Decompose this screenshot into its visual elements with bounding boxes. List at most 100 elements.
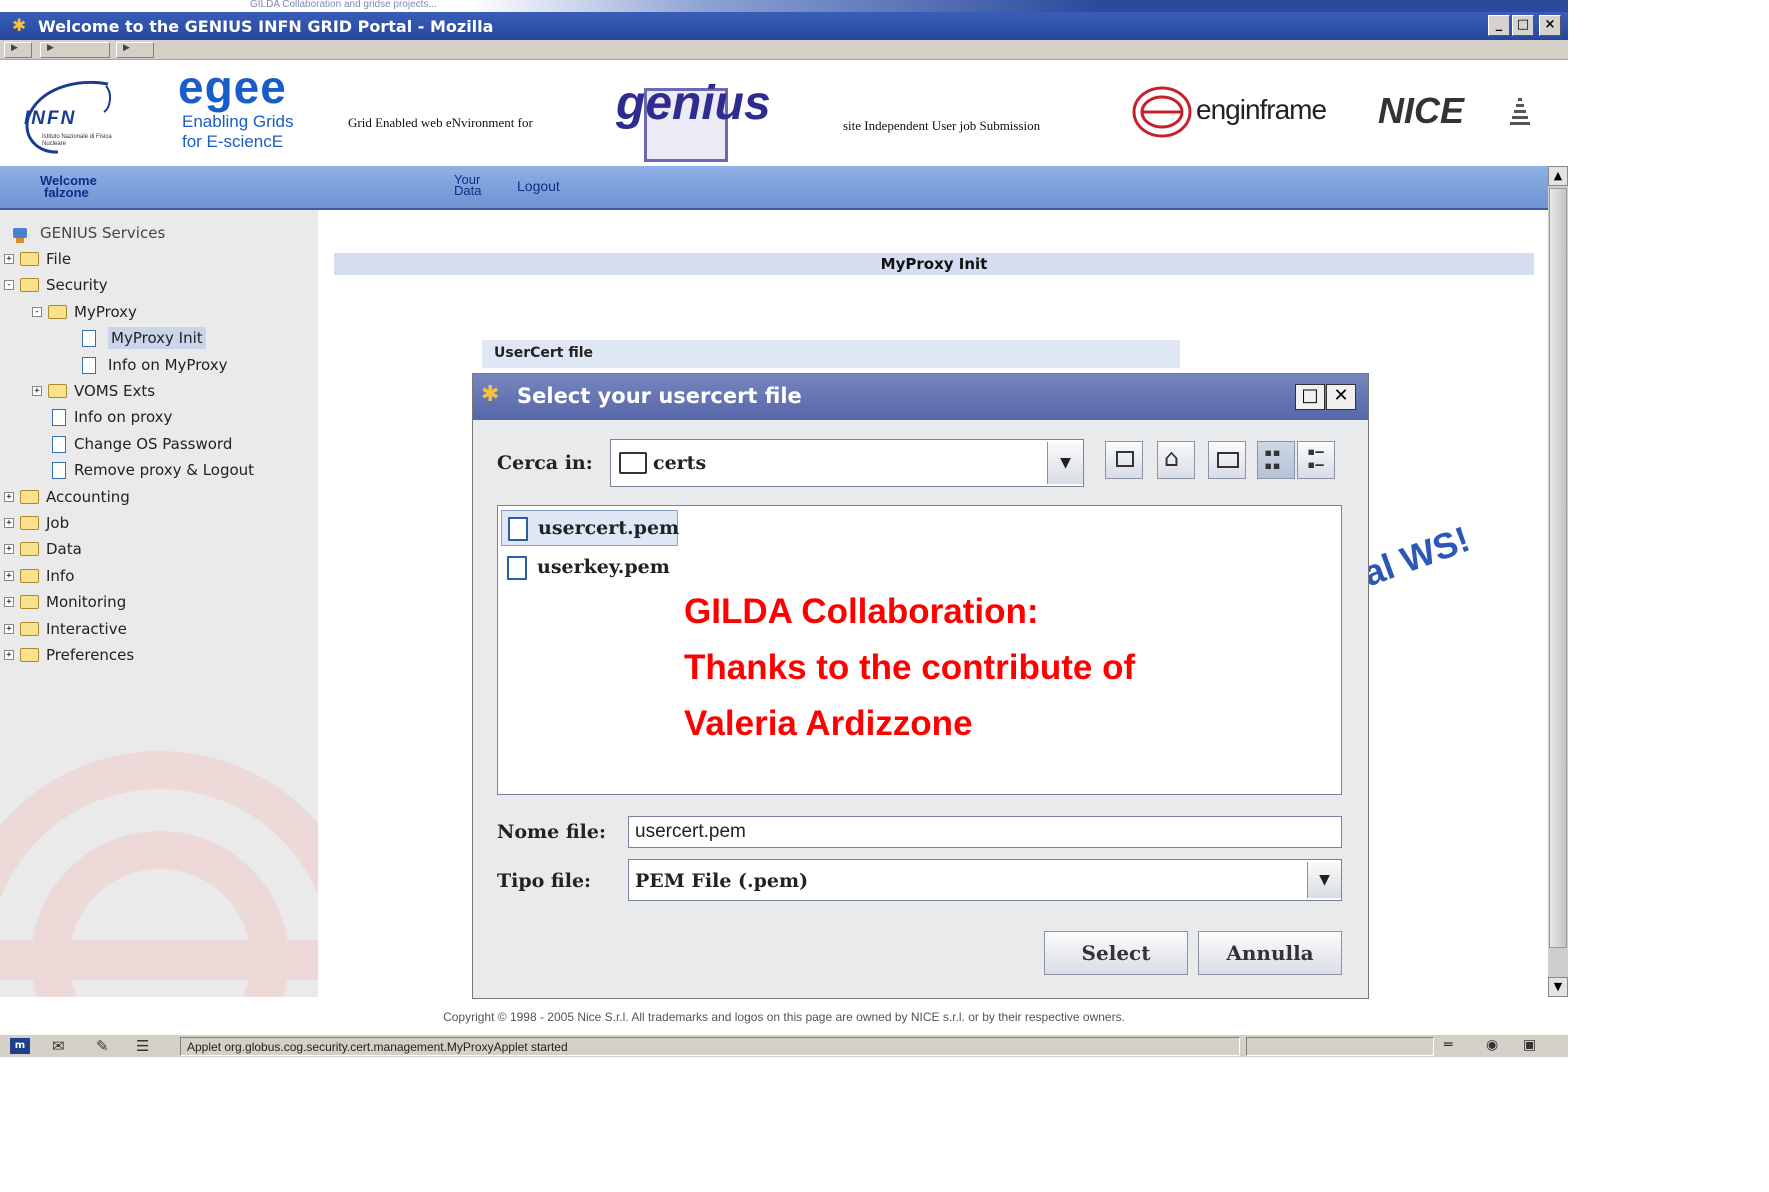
cancel-button[interactable]: Annulla <box>1198 931 1342 975</box>
cookie-icon[interactable]: ◉ <box>1486 1037 1498 1053</box>
new-folder-icon <box>1217 452 1239 468</box>
document-icon <box>52 409 66 427</box>
document-icon <box>82 356 96 374</box>
scroll-up-arrow-icon[interactable]: ▲ <box>1548 166 1568 186</box>
enginframe-text: enginframe <box>1196 94 1327 125</box>
sidebar-item-file[interactable]: File <box>46 248 71 270</box>
section-header: MyProxy Init <box>334 253 1534 275</box>
sidebar-item-myproxy[interactable]: MyProxy <box>74 301 137 323</box>
tree-expander-icon[interactable]: + <box>4 518 14 528</box>
online-icon[interactable]: ═ <box>1444 1037 1452 1053</box>
java-cup-icon: ✱ <box>481 382 500 407</box>
sidebar-item-info-on-myproxy[interactable]: Info on MyProxy <box>108 354 228 376</box>
list-view-button[interactable]: ▪▪ ▪▪ <box>1257 441 1295 479</box>
file-name: usercert.pem <box>538 517 680 539</box>
maximize-button[interactable]: □ <box>1512 15 1534 36</box>
up-folder-icon <box>1116 451 1134 467</box>
page-scrollbar[interactable]: ▲ ▼ <box>1548 166 1568 997</box>
egee-logo: egee Enabling Grids for E-sciencE <box>178 61 318 160</box>
tree-expander-icon[interactable]: + <box>4 623 14 634</box>
sidebar-item-info-on-proxy[interactable]: Info on proxy <box>74 406 172 428</box>
services-sidebar: GENIUS Services + File - Security - MyProxy My… <box>0 210 318 997</box>
tree-expander-icon[interactable]: + <box>4 650 14 660</box>
select-button[interactable]: Select <box>1044 931 1188 975</box>
tree-expander-icon[interactable]: - <box>4 280 14 291</box>
dialog-maximize-button[interactable]: □ <box>1295 384 1325 410</box>
filetype-value: PEM File (.pem) <box>635 870 809 892</box>
look-in-label: Cerca in: <box>497 452 593 474</box>
minimize-button[interactable]: _ <box>1488 15 1510 36</box>
sidebar-item-monitoring[interactable]: Monitoring <box>46 591 126 613</box>
infn-logo: INFN Istituto Nazionale di Fisica Nuclea… <box>18 78 158 158</box>
scrollbar-thumb[interactable] <box>1549 188 1567 948</box>
new-folder-button[interactable] <box>1208 441 1246 479</box>
infn-subtitle: Istituto Nazionale di Fisica Nucleare <box>42 134 112 147</box>
tree-expander-icon[interactable]: + <box>4 544 14 555</box>
lock-icon[interactable]: ▣ <box>1523 1037 1536 1053</box>
close-button[interactable]: × <box>1539 15 1561 36</box>
services-root-label: GENIUS Services <box>40 224 166 242</box>
folder-icon <box>48 384 67 398</box>
nice-text: NICE <box>1378 90 1465 131</box>
tree-expander-icon[interactable]: + <box>4 491 14 502</box>
file-item-selected[interactable]: usercert.pem <box>501 510 680 546</box>
composer-icon[interactable]: ✎ <box>96 1037 109 1055</box>
sidebar-item-myproxy-init[interactable]: MyProxy Init <box>108 327 206 350</box>
navigator-icon[interactable]: m <box>10 1038 30 1054</box>
folder-icon <box>20 252 39 266</box>
services-root-icon <box>13 228 27 243</box>
filetype-dropdown-arrow[interactable]: ▼ <box>1307 862 1341 898</box>
file-icon <box>507 556 527 580</box>
dialog-titlebar: ✱ Select your usercert file □ ✕ <box>473 374 1368 420</box>
toolbar-grip-3[interactable]: ▶ <box>116 42 154 58</box>
up-folder-button[interactable] <box>1105 441 1143 479</box>
document-icon <box>82 330 96 348</box>
folder-icon <box>20 648 39 662</box>
sidebar-item-job[interactable]: Job <box>46 512 69 534</box>
logout-link[interactable]: Logout <box>517 178 560 194</box>
look-in-combobox[interactable]: certs ▼ <box>610 439 1084 487</box>
tree-expander-icon[interactable]: + <box>4 597 14 608</box>
folder-icon <box>20 621 39 636</box>
your-data-link-2[interactable]: Data <box>454 184 481 197</box>
file-item[interactable]: userkey.pem <box>501 550 678 586</box>
sidebar-item-change-os-password[interactable]: Change OS Password <box>74 433 232 455</box>
scroll-down-arrow-icon[interactable]: ▼ <box>1548 977 1568 997</box>
nice-logo: NICE <box>1378 90 1548 150</box>
tree-expander-icon[interactable]: + <box>32 386 42 396</box>
file-name: userkey.pem <box>537 556 670 578</box>
toolbar-grip-1[interactable]: ▶ <box>4 42 32 58</box>
document-icon <box>52 462 66 480</box>
sidebar-item-interactive[interactable]: Interactive <box>46 618 127 640</box>
look-in-dropdown-arrow[interactable]: ▼ <box>1047 442 1083 484</box>
toolbar-grip-2[interactable]: ▶ <box>40 42 110 58</box>
egee-text: egee <box>178 61 287 113</box>
document-icon <box>52 435 66 453</box>
details-view-icon: ▪— ▪— <box>1307 444 1324 473</box>
sidebar-item-data[interactable]: Data <box>46 538 82 560</box>
sidebar-item-security[interactable]: Security <box>46 274 108 296</box>
folder-icon <box>20 568 39 583</box>
sidebar-item-voms-exts[interactable]: VOMS Exts <box>74 380 155 402</box>
filename-input[interactable]: usercert.pem <box>628 816 1342 848</box>
tree-expander-icon[interactable]: + <box>4 570 14 581</box>
sidebar-item-info[interactable]: Info <box>46 565 74 587</box>
list-view-icon: ▪▪ ▪▪ <box>1264 445 1281 474</box>
tree-expander-icon[interactable]: + <box>4 254 14 264</box>
mail-icon[interactable]: ✉ <box>52 1037 65 1055</box>
sidebar-item-preferences[interactable]: Preferences <box>46 644 134 666</box>
sidebar-item-remove-proxy-logout[interactable]: Remove proxy & Logout <box>74 459 254 481</box>
details-view-button[interactable]: ▪— ▪— <box>1297 441 1335 479</box>
genius-caption: Grid Enabled web eNvironment for <box>348 115 533 130</box>
dialog-close-button[interactable]: ✕ <box>1326 384 1356 410</box>
dialog-title: Select your usercert file <box>517 384 802 408</box>
annotation-line-3: Valeria Ardizzone <box>684 704 973 743</box>
sidebar-item-accounting[interactable]: Accounting <box>46 486 130 508</box>
addressbook-icon[interactable]: ☰ <box>136 1037 149 1055</box>
home-button[interactable]: ⌂ <box>1157 441 1195 479</box>
annotation-line-1: GILDA Collaboration: <box>684 592 1039 631</box>
filetype-combobox[interactable]: PEM File (.pem) ▼ <box>628 859 1342 901</box>
file-icon <box>508 517 528 541</box>
browser-toolbar-strip: ▶ ▶ ▶ <box>0 40 1568 60</box>
tree-expander-icon[interactable]: - <box>32 306 42 317</box>
